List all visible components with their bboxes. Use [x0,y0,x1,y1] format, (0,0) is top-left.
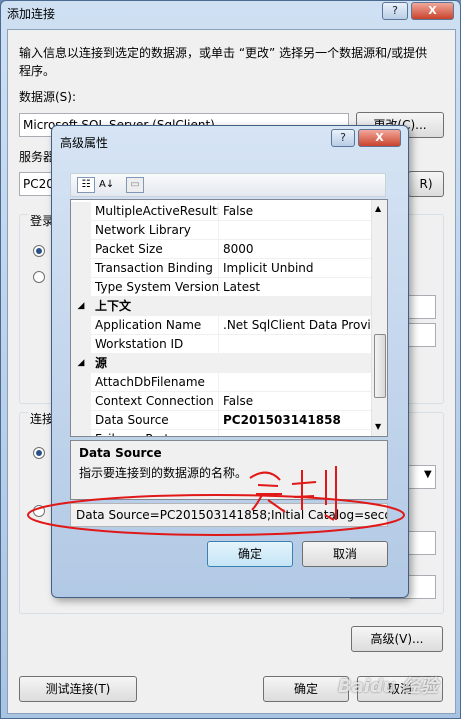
handwritten-annotation [27,466,405,536]
red-circle-mark [27,494,405,536]
handwriting-char-2 [291,466,337,521]
watermark-logo: Baidu 经验 [338,676,439,697]
handwriting-char-1 [249,471,286,513]
